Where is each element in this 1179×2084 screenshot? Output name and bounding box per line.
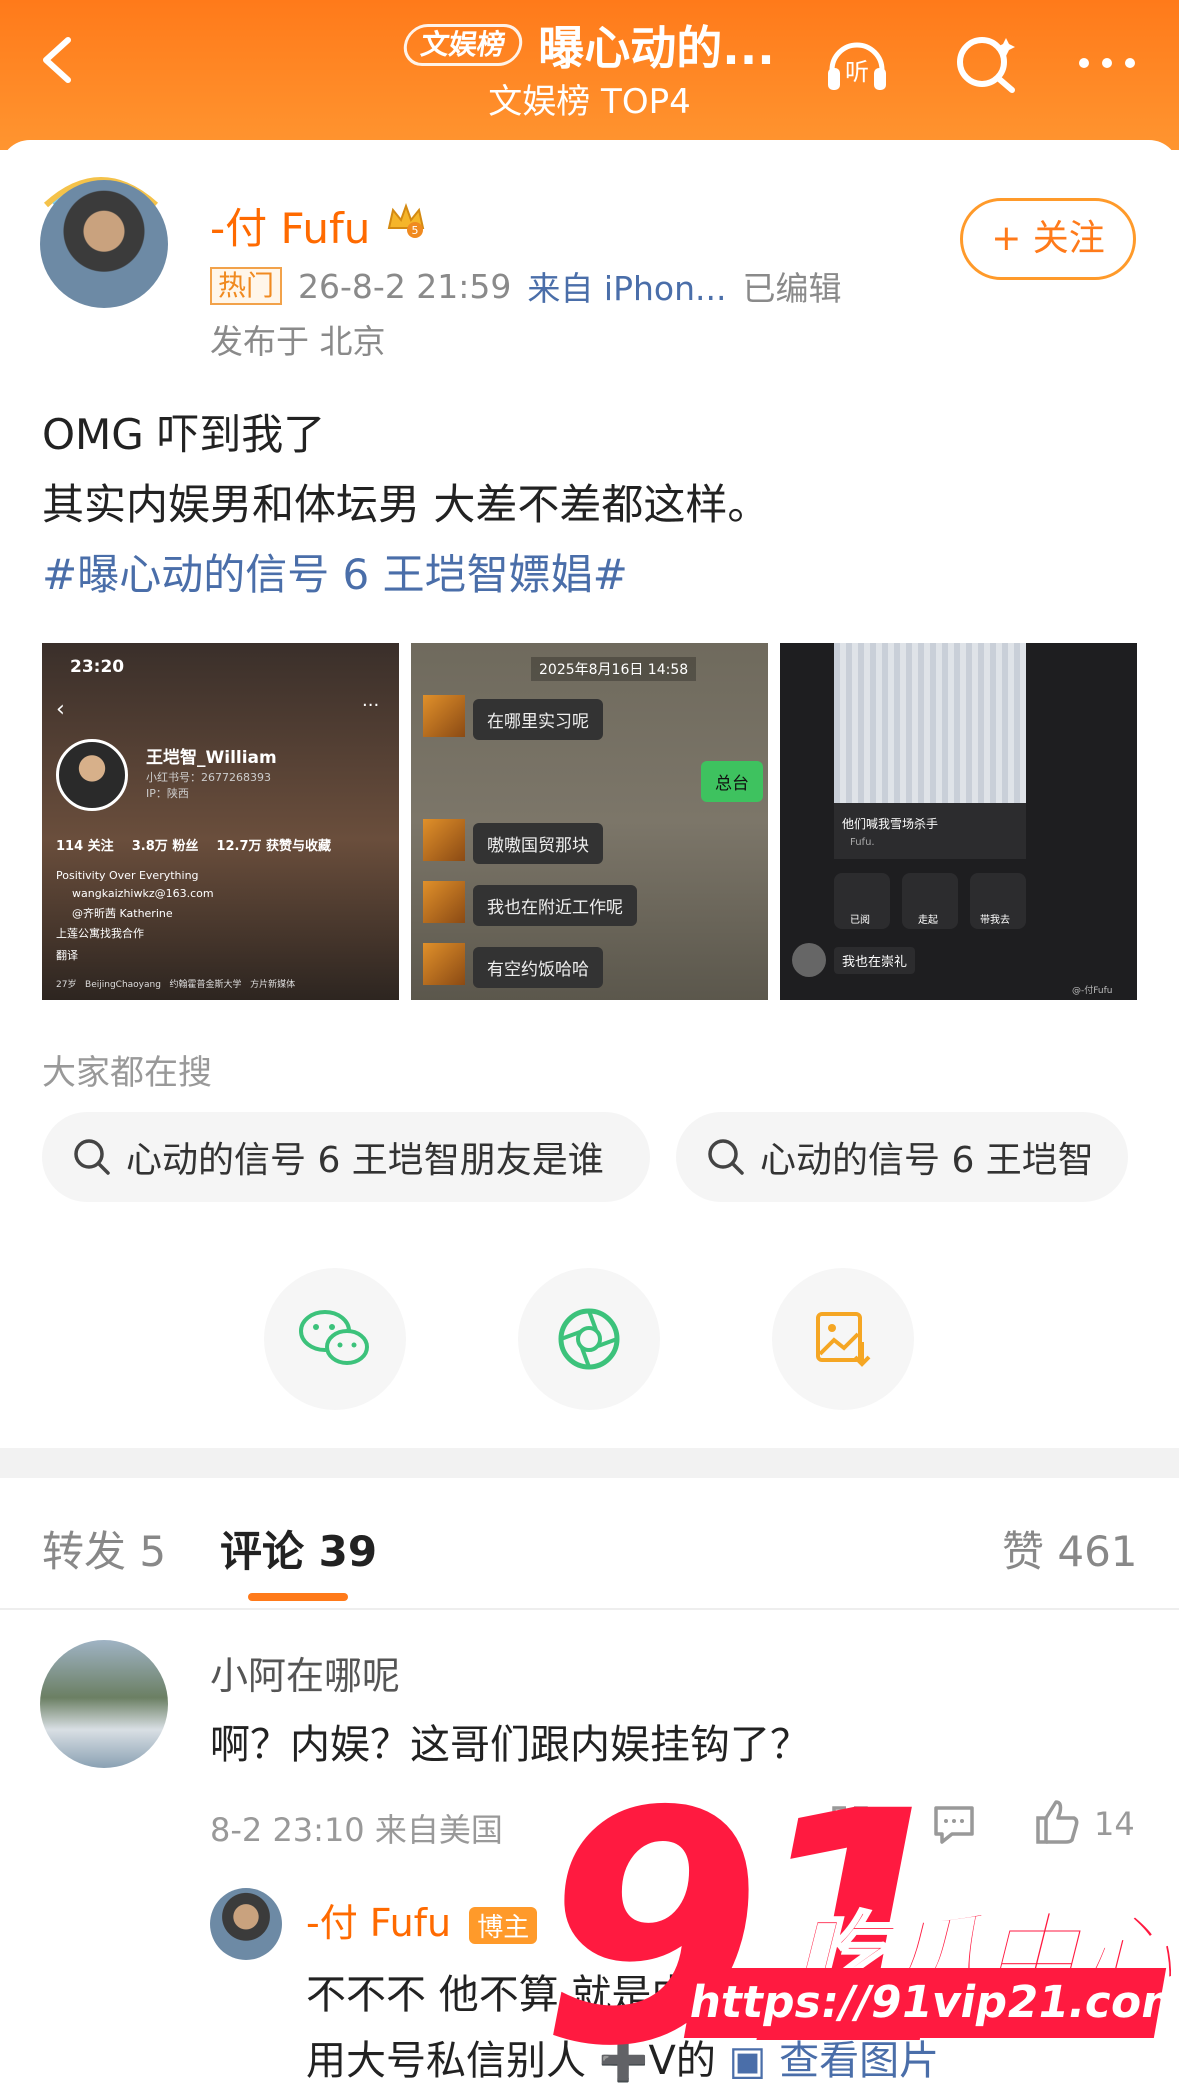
post-location: 发布于 北京 (210, 322, 386, 361)
hot-tag: 热门 (210, 267, 283, 305)
img2-avatar (423, 819, 465, 861)
img1-ip: IP：陕西 (146, 787, 189, 800)
search-icon (74, 1139, 110, 1175)
post-meta: 热门 26-8-2 21:59 来自 iPhon... 已编辑 (210, 262, 841, 310)
img2-msg4: 有空约饭哈哈 (473, 947, 603, 988)
search-chip-2[interactable]: 心动的信号 6 王垲智 (676, 1112, 1128, 1202)
header-title[interactable]: 曝心动的... (538, 12, 774, 78)
image-thumb-profile[interactable]: 23:20 ‹ ··· 王垲智_William 小红书号：2677268393 … (42, 643, 399, 1000)
img3-react2: 走起 (918, 915, 938, 926)
comment-like-count: 14 (1094, 1805, 1135, 1843)
active-tab-indicator (248, 1593, 348, 1601)
reply-author-name: -付 Fufu (306, 1901, 452, 1945)
search-chip-1-label: 心动的信号 6 王垲智朋友是谁 (126, 1140, 604, 1181)
img1-bio3: @齐昕茜 Katherine (72, 907, 173, 920)
img2-timestamp: 2025年8月16日 14:58 (531, 657, 697, 681)
post-text-line1: OMG 吓到我了 (42, 410, 326, 459)
img3-react1: 已阅 (850, 915, 870, 926)
more-dots-icon[interactable] (1072, 28, 1142, 98)
wechat-icon (299, 1310, 369, 1365)
image-thumb-chat[interactable]: 2025年8月16日 14:58 在哪里实习呢 总台 嗷嗷国贸那块 我也在附近工… (411, 643, 768, 1000)
img1-more-icon: ··· (362, 695, 380, 716)
search-hint-label: 大家都在搜 (42, 1053, 212, 1093)
reply-author[interactable]: -付 Fufu 博主 (306, 1892, 538, 1947)
post-hashtag[interactable]: #曝心动的信号 6 王垲智嫖娼# (42, 540, 1142, 610)
img3-react3: 带我去 (980, 915, 1010, 926)
listen-headphone-icon[interactable]: 听 (822, 28, 892, 98)
top-header: 文娱榜 曝心动的... 文娱榜 TOP4 听 (0, 0, 1179, 150)
author-name[interactable]: -付 Fufu (210, 195, 370, 256)
post-body: OMG 吓到我了 其实内娱男和体坛男 大差不差都这样。 #曝心动的信号 6 王垲… (42, 400, 1142, 610)
img2-reply1: 总台 (701, 761, 763, 802)
img1-bio4: 上莲公寓找我合作 (56, 927, 144, 940)
img1-translate: 翻译 (56, 949, 78, 962)
img1-back-icon: ‹ (56, 697, 65, 722)
section-divider (0, 1448, 1179, 1478)
share-wechat-button[interactable] (264, 1268, 406, 1410)
post-text-line2: 其实内娱男和体坛男 大差不差都这样。 (42, 480, 770, 529)
interaction-tabs: 转发 5 评论 39 赞 461 (0, 1478, 1179, 1610)
img1-bio1: Positivity Over Everything (56, 869, 199, 882)
tab-repost[interactable]: 转发 5 (42, 1518, 166, 1579)
search-chip-1[interactable]: 心动的信号 6 王垲智朋友是谁 (42, 1112, 650, 1202)
img3-snow-photo (834, 643, 1026, 803)
image-grid: 23:20 ‹ ··· 王垲智_William 小红书号：2677268393 … (42, 643, 1137, 1000)
crown-icon: 5 (387, 203, 425, 238)
img3-by: Fufu. (850, 837, 875, 848)
img3-caption: 他们喊我雪场杀手 (842, 817, 939, 831)
author-badge: 博主 (469, 1907, 538, 1944)
svg-text:5: 5 (412, 224, 419, 237)
post-source[interactable]: 来自 iPhon... (527, 262, 726, 310)
img2-avatar (423, 695, 465, 737)
img2-msg3: 我也在附近工作呢 (473, 885, 637, 926)
img1-stats: 114 关注 3.8万 粉丝 12.7万 获赞与收藏 (56, 839, 332, 854)
watermark-url: https://91vip21.com (683, 1968, 1179, 2038)
img1-id: 小红书号：2677268393 (146, 771, 271, 784)
listen-label: 听 (845, 58, 869, 86)
search-icon[interactable] (950, 28, 1020, 98)
img1-avatar (56, 739, 128, 811)
commenter-avatar[interactable] (40, 1640, 168, 1768)
ranking-badge: 文娱榜 (401, 24, 526, 66)
tab-comments[interactable]: 评论 39 (220, 1518, 377, 1579)
image-thumb-snow[interactable]: 他们喊我雪场杀手 Fufu. 已阅 走起 带我去 我也在崇礼 @-付Fufu (780, 643, 1137, 1000)
like-icon[interactable] (1030, 1796, 1082, 1848)
img2-avatar (423, 881, 465, 923)
img3-watermark: @-付Fufu (1072, 986, 1113, 996)
img1-bio2: wangkaizhiwkz@163.com (72, 887, 214, 900)
save-image-button[interactable] (772, 1268, 914, 1410)
img3-msg: 我也在崇礼 (834, 947, 916, 974)
author-avatar[interactable] (40, 180, 168, 308)
tab-likes[interactable]: 赞 461 (1002, 1518, 1138, 1579)
img1-name: 王垲智_William (146, 748, 277, 768)
img1-tags: 27岁 BeijingChaoyang 约翰霍普金斯大学 方片新媒体 (56, 980, 296, 990)
post-time: 26-8-2 21:59 (298, 266, 512, 306)
share-moments-button[interactable] (518, 1268, 660, 1410)
search-chip-2-label: 心动的信号 6 王垲智 (760, 1140, 1094, 1181)
save-image-icon (816, 1312, 871, 1367)
comment-meta: 8-2 23:10 来自美国 (210, 1811, 503, 1849)
comment-author[interactable]: 小阿在哪呢 (210, 1645, 400, 1700)
reply-avatar[interactable] (210, 1888, 282, 1960)
search-icon (708, 1139, 744, 1175)
img1-time: 23:20 (70, 657, 125, 677)
edited-label: 已编辑 (742, 269, 842, 308)
img3-avatar (792, 943, 826, 977)
img2-msg1: 在哪里实习呢 (473, 699, 603, 740)
img2-msg2: 嗷嗷国贸那块 (473, 823, 603, 864)
follow-button[interactable]: + 关注 (960, 198, 1136, 280)
img2-avatar (423, 943, 465, 985)
moments-icon (558, 1308, 620, 1370)
